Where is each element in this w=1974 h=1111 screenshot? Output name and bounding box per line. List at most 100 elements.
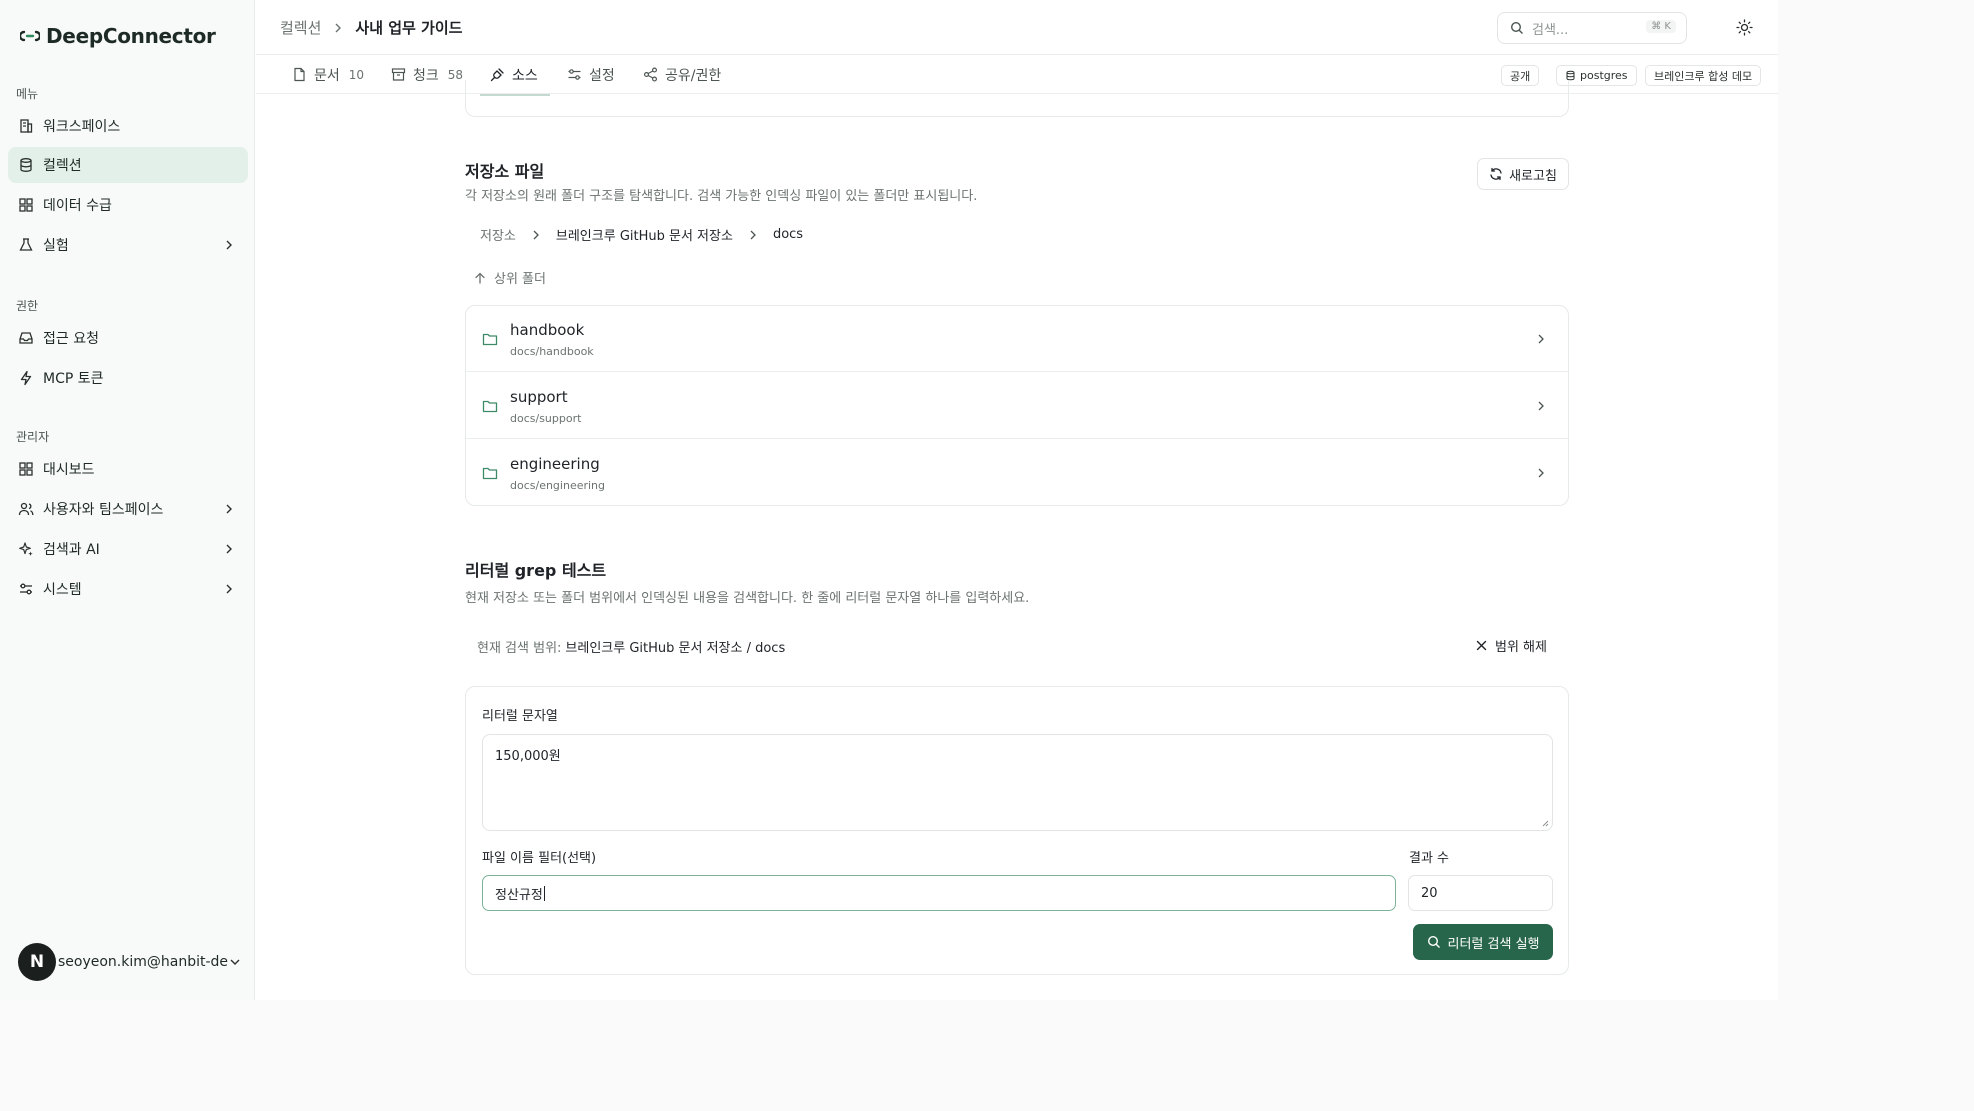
sidebar-item-experiments[interactable]: 실험 [8,227,248,263]
chevron-right-icon [226,504,232,514]
filename-filter-input[interactable]: 정산규정 [482,875,1396,911]
app-name: DeepConnector [46,24,216,48]
nav-section-title: 관리자 [16,430,50,444]
folder-row-handbook[interactable]: handbook docs/handbook [466,306,1568,372]
sidebar-item-mcp-token[interactable]: MCP 토큰 [8,360,248,396]
sidebar-item-access-requests[interactable]: 접근 요청 [8,320,248,356]
sidebar-item-label: MCP 토큰 [43,371,104,387]
previous-section-card [465,80,1569,117]
result-count-value: 20 [1421,885,1438,901]
folder-row-support[interactable]: support docs/support [466,373,1568,439]
sidebar-item-collections[interactable]: 컬렉션 [8,147,248,183]
chip-label: 브레인크루 합성 데모 [1654,69,1753,83]
sidebar-item-label: 실험 [43,238,69,254]
tab-label: 청크 [413,67,439,84]
sidebar: DeepConnector 메뉴 워크스페이스 컬렉션 데이터 수급 실험 권한… [0,0,255,1000]
parent-folder-button[interactable]: 상위 폴더 [473,268,546,287]
scope-label: 현재 검색 범위: [477,640,562,656]
path-root[interactable]: 저장소 [480,225,516,244]
sidebar-item-label: 대시보드 [43,462,95,478]
folder-list: handbook docs/handbook support docs/supp… [465,305,1569,506]
clear-scope-button[interactable]: 범위 해제 [1475,636,1547,655]
search-shortcut: ⌘ K [1646,20,1676,33]
scope-value: 브레인크루 GitHub 문서 저장소 / docs [565,640,786,656]
sidebar-item-users-teamspaces[interactable]: 사용자와 팀스페이스 [8,491,248,527]
chevron-right-icon [335,23,342,32]
app-window: DeepConnector 메뉴 워크스페이스 컬렉션 데이터 수급 실험 권한… [0,0,1778,1000]
grid-icon [18,197,34,213]
path-current: docs [772,227,804,242]
chevron-right-icon [750,230,756,239]
tab-documents[interactable]: 문서 10 [292,55,364,94]
text-caret [543,885,545,901]
grep-form-card: 리터럴 문자열 150,000원 파일 이름 필터(선택) 정산규정 결과 수 … [465,686,1569,975]
chevron-right-icon [1538,334,1544,344]
chevron-down-icon [230,959,240,965]
sidebar-item-label: 검색과 AI [43,542,100,558]
grep-test-title: 리터럴 grep 테스트 [465,561,607,580]
folder-path: docs/support [510,412,582,425]
breadcrumb: 컬렉션 사내 업무 가이드 [280,17,462,38]
resize-handle-icon[interactable] [1541,819,1549,827]
avatar: N [18,943,56,981]
parent-folder-label: 상위 폴더 [494,272,546,287]
sidebar-item-system[interactable]: 시스템 [8,571,248,607]
sidebar-item-label: 사용자와 팀스페이스 [43,502,164,518]
folder-icon [482,467,498,480]
arrow-up-icon [475,272,485,284]
folder-name: support [510,388,568,406]
refresh-icon [1490,167,1502,181]
flask-icon [18,237,34,253]
chevron-right-icon [1538,468,1544,478]
chevron-right-icon [226,584,232,594]
page-title: 사내 업무 가이드 [355,19,463,37]
user-email: seoyeon.kim@hanbit-de... [58,954,228,970]
folder-path-breadcrumb: 저장소 브레인크루 GitHub 문서 저장소 docs [480,225,803,244]
database-icon [18,157,34,173]
sidebar-item-workspace[interactable]: 워크스페이스 [8,108,248,144]
sidebar-item-search-ai[interactable]: 검색과 AI [8,531,248,567]
file-icon [294,67,305,82]
progress-peek [480,94,550,96]
sidebar-item-label: 시스템 [43,582,82,598]
chevron-right-icon [226,544,232,554]
chip-label: postgres [1580,69,1628,82]
nav-section-title: 메뉴 [16,87,39,101]
user-menu[interactable]: N seoyeon.kim@hanbit-de... [18,943,248,981]
sidebar-item-dashboard[interactable]: 대시보드 [8,451,248,487]
top-bar: 컬렉션 사내 업무 가이드 검색... ⌘ K [256,0,1778,55]
literal-textarea[interactable]: 150,000원 [482,734,1553,831]
sidebar-item-data-ingest[interactable]: 데이터 수급 [8,187,248,223]
folder-row-engineering[interactable]: engineering docs/engineering [466,440,1568,506]
sparkle-icon [18,541,34,557]
result-count-input[interactable]: 20 [1408,875,1553,911]
bolt-icon [18,370,34,386]
sidebar-item-label: 워크스페이스 [43,119,121,135]
search-icon [1510,21,1523,34]
run-label: 리터럴 검색 실행 [1447,936,1540,952]
grep-test-description: 현재 저장소 또는 폴더 범위에서 인덱싱된 내용을 검색합니다. 한 줄에 리… [465,591,1030,606]
path-repo[interactable]: 브레인크루 GitHub 문서 저장소 [556,225,733,244]
search-scope-bar: 현재 검색 범위: 브레인크루 GitHub 문서 저장소 / docs [465,628,1569,664]
nav-section-title: 권한 [16,299,39,313]
sidebar-item-label: 접근 요청 [43,331,99,347]
folder-path: docs/engineering [510,479,606,492]
sidebar-item-label: 컬렉션 [43,158,82,174]
refresh-button[interactable]: 새로고침 [1477,158,1569,190]
theme-toggle-sun-icon[interactable] [1736,19,1753,36]
clear-scope-label: 범위 해제 [1495,640,1547,655]
folder-icon [482,400,498,413]
breadcrumb-collections[interactable]: 컬렉션 [280,17,321,38]
tab-chunks[interactable]: 청크 58 [391,55,463,94]
inbox-icon [18,330,34,346]
app-logo[interactable]: DeepConnector [20,24,216,48]
literal-value: 150,000원 [495,749,561,764]
folder-name: handbook [510,321,585,339]
logo-icon [20,30,40,42]
result-count-label: 결과 수 [1409,851,1450,866]
search-placeholder: 검색... [1532,22,1569,38]
repo-files-title: 저장소 파일 [465,162,545,181]
workspace-badge: 브레인크루 합성 데모 [1645,65,1762,86]
run-literal-search-button[interactable]: 리터럴 검색 실행 [1413,924,1553,960]
global-search-input[interactable]: 검색... ⌘ K [1497,12,1687,44]
